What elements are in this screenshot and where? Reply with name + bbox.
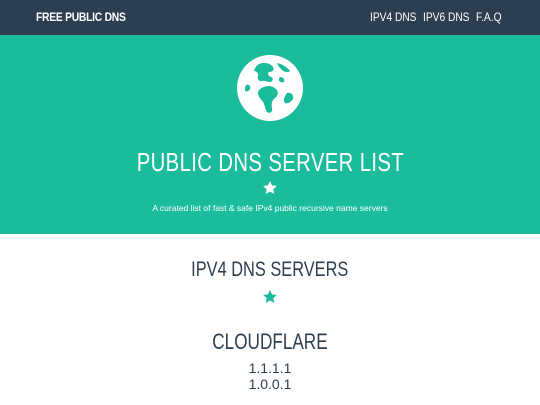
brand-link[interactable]: FREE PUBLIC DNS — [36, 10, 126, 24]
section-title: IPV4 DNS SERVERS — [191, 258, 349, 281]
top-navbar: FREE PUBLIC DNS IPV4 DNS IPV6 DNS F.A.Q — [0, 0, 540, 35]
dns-ip-secondary[interactable]: 1.0.0.1 — [0, 376, 540, 392]
nav-link-faq[interactable]: F.A.Q — [476, 10, 502, 24]
nav-link-ipv4-dns[interactable]: IPV4 DNS — [370, 10, 416, 24]
globe-icon — [237, 55, 303, 121]
hero-section: PUBLIC DNS SERVER LIST A curated list of… — [0, 35, 540, 234]
star-icon — [263, 181, 277, 194]
hero-subtitle: A curated list of fast & safe IPv4 publi… — [152, 203, 388, 213]
dns-ip-primary[interactable]: 1.1.1.1 — [0, 360, 540, 376]
provider-name: CLOUDFLARE — [212, 329, 328, 354]
page-title: PUBLIC DNS SERVER LIST — [136, 147, 404, 177]
star-icon — [263, 290, 277, 303]
nav-link-ipv6-dns[interactable]: IPV6 DNS — [423, 10, 469, 24]
